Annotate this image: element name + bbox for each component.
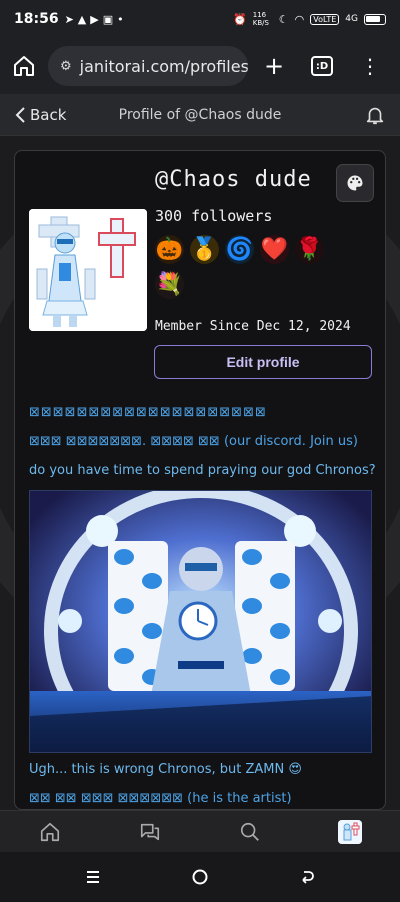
system-back-button[interactable] bbox=[289, 859, 325, 895]
member-since: Member Since Dec 12, 2024 bbox=[155, 319, 351, 334]
back-arrow-icon bbox=[302, 871, 314, 884]
volte-badge: VoLTE bbox=[310, 13, 340, 25]
dot-icon: • bbox=[117, 12, 124, 26]
bottom-navigation bbox=[0, 810, 400, 852]
nav-chats[interactable] bbox=[130, 817, 170, 847]
more-vert-icon: ⋮ bbox=[360, 54, 380, 78]
system-indicators: ⏰ 116 KB/S ☾ ◠ VoLTE 4G bbox=[233, 11, 386, 27]
circle-icon bbox=[192, 869, 208, 885]
browser-menu-button[interactable]: ⋮ bbox=[354, 50, 386, 82]
warning-icon: ▲ bbox=[77, 12, 87, 26]
clock: 18:56 bbox=[14, 11, 59, 27]
url-text: janitorai.com/profiles/ bbox=[79, 56, 248, 76]
heart-badge: ❤️ bbox=[260, 235, 289, 264]
bell-icon bbox=[366, 107, 384, 124]
notifications-button[interactable] bbox=[364, 104, 386, 126]
home-icon bbox=[14, 56, 34, 76]
system-home-button[interactable] bbox=[182, 859, 218, 895]
menu-lines-icon bbox=[87, 871, 100, 883]
swirl-badge: 🌀 bbox=[225, 235, 254, 264]
chronos-artwork bbox=[29, 490, 372, 753]
bio-symbols-line: ⊠⊠⊠⊠⊠⊠⊠⊠⊠⊠⊠⊠⊠⊠⊠⊠⊠⊠⊠⊠ bbox=[29, 405, 267, 420]
badge-list: 🎃 🥇 🌀 ❤️ 🌹 💐 bbox=[155, 235, 335, 299]
battery-icon bbox=[364, 13, 386, 25]
recent-apps-button[interactable] bbox=[75, 859, 111, 895]
follower-count: 300 followers bbox=[155, 207, 273, 225]
home-icon bbox=[40, 822, 60, 841]
palette-icon bbox=[347, 175, 363, 191]
tab-switcher-button[interactable]: :D bbox=[306, 50, 338, 82]
profile-card: @Chaos dude 300 followers 🎃 🥇 🌀 ❤️ 🌹 💐 M… bbox=[14, 150, 386, 810]
site-settings-icon[interactable]: ⚙ bbox=[60, 59, 72, 74]
avatar-thumbnail bbox=[338, 819, 362, 844]
chevron-left-icon bbox=[15, 106, 25, 123]
avatar-image bbox=[29, 209, 147, 331]
browser-home-button[interactable] bbox=[10, 52, 38, 80]
theme-palette-button[interactable] bbox=[336, 164, 374, 202]
nav-home[interactable] bbox=[30, 817, 70, 847]
moon-icon: ☾ bbox=[278, 12, 289, 26]
system-navigation-bar bbox=[0, 852, 400, 902]
discord-link-text[interactable]: ⊠⊠⊠ ⊠⊠⊠⊠⊠⊠⊠. ⊠⊠⊠⊠ ⊠⊠ bbox=[29, 434, 220, 449]
coin-badge: 🥇 bbox=[190, 235, 219, 264]
site-header: Back Profile of @Chaos dude bbox=[0, 94, 400, 136]
wifi-icon: ◠ bbox=[294, 12, 305, 26]
bio-chronos-question: do you have time to spend praying our go… bbox=[29, 463, 376, 478]
roses-badge: 🌹 bbox=[295, 235, 324, 264]
network-speed: 116 KB/S bbox=[252, 11, 269, 27]
discord-caption: (our discord. Join us) bbox=[223, 434, 358, 449]
chat-icon bbox=[140, 823, 160, 840]
artist-link-text[interactable]: ⊠⊠ ⊠⊠ ⊠⊠⊠ ⊠⊠⊠⊠⊠⊠ bbox=[29, 791, 183, 806]
artwork-image bbox=[30, 491, 371, 752]
bouquet-badge: 💐 bbox=[155, 270, 184, 299]
bio-wrong-chronos: Ugh... this is wrong Chronos, but ZAMN 😍 bbox=[29, 762, 302, 777]
pumpkin-badge: 🎃 bbox=[155, 235, 184, 264]
nav-search[interactable] bbox=[230, 817, 270, 847]
profile-avatar-icon bbox=[338, 819, 362, 844]
profile-avatar bbox=[29, 209, 147, 331]
tabs-icon: :D bbox=[311, 56, 333, 76]
signal-icon: 4G bbox=[345, 14, 358, 24]
status-bar: 18:56 ➤ ▲ ▶ ▣ • ⏰ 116 KB/S ☾ ◠ VoLTE 4G bbox=[0, 0, 400, 38]
bio-discord-line[interactable]: ⊠⊠⊠ ⊠⊠⊠⊠⊠⊠⊠. ⊠⊠⊠⊠ ⊠⊠ (our discord. Join … bbox=[29, 434, 358, 449]
nav-profile[interactable] bbox=[330, 817, 370, 847]
youtube-icon: ▶ bbox=[90, 12, 99, 26]
notification-icons: ➤ ▲ ▶ ▣ • bbox=[65, 13, 124, 26]
artist-caption: (he is the artist) bbox=[187, 791, 292, 806]
telegram-icon: ➤ bbox=[64, 12, 74, 26]
address-bar[interactable]: ⚙ janitorai.com/profiles/ bbox=[48, 46, 248, 86]
search-icon bbox=[240, 822, 259, 841]
new-tab-button[interactable]: + bbox=[258, 50, 290, 82]
profile-username: @Chaos dude bbox=[155, 167, 312, 192]
back-button[interactable]: Back bbox=[14, 106, 66, 124]
bio-artist-line[interactable]: ⊠⊠ ⊠⊠ ⊠⊠⊠ ⊠⊠⊠⊠⊠⊠ (he is the artist) bbox=[29, 791, 292, 806]
browser-toolbar: ⚙ janitorai.com/profiles/ + :D ⋮ bbox=[0, 38, 400, 94]
alarm-icon: ⏰ bbox=[233, 12, 247, 26]
back-label: Back bbox=[30, 105, 67, 124]
plus-icon: + bbox=[263, 52, 285, 80]
office-icon: ▣ bbox=[102, 12, 114, 26]
edit-profile-button[interactable]: Edit profile bbox=[154, 345, 372, 379]
